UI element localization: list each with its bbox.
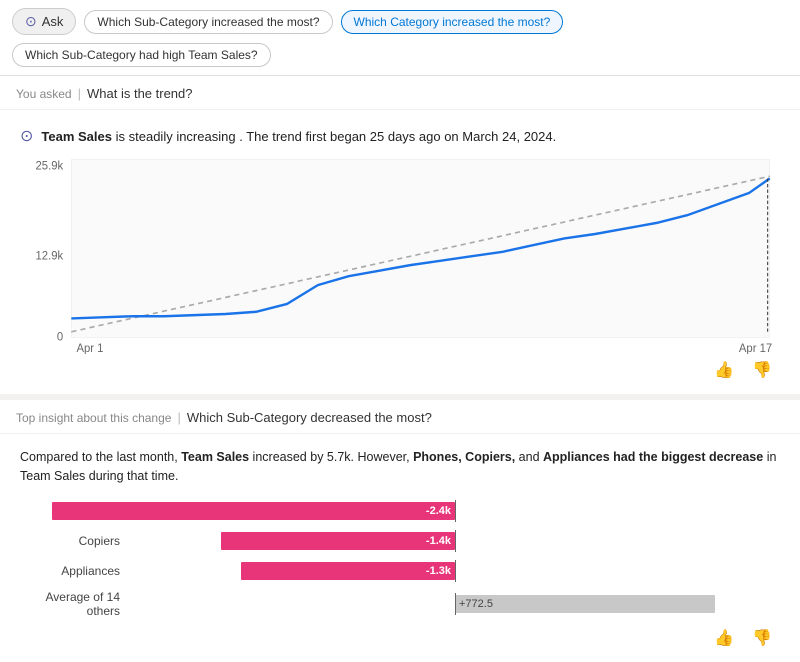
bar-label-average: Average of 14 others <box>20 590 130 618</box>
insight2-items: Phones, Copiers, <box>413 450 515 464</box>
target-icon: ⊙ <box>20 126 33 146</box>
chart-actions-2: 👍 👎 <box>20 626 780 650</box>
bar-label-appliances: Appliances <box>20 564 130 578</box>
thumbs-down-icon-1: 👎 <box>752 362 772 379</box>
you-asked-label: You asked <box>16 87 72 101</box>
insight-text: Team Sales is steadily increasing . The … <box>41 129 556 144</box>
thumbs-down-icon-2: 👎 <box>752 630 772 647</box>
ask-button[interactable]: ⊙ Ask <box>12 8 76 35</box>
center-line-phones <box>455 500 456 522</box>
you-asked-question: What is the trend? <box>87 86 193 101</box>
insight2-and: and <box>515 450 543 464</box>
trend-chart-svg: 25.9k 12.9k 0 Apr 1 Apr 17 <box>20 154 780 354</box>
center-line-appliances <box>455 560 456 582</box>
svg-text:Apr 17: Apr 17 <box>739 341 772 354</box>
bar-appliances: -1.3k <box>241 562 456 580</box>
ask-icon: ⊙ <box>25 13 37 30</box>
bar-average: +772.5 <box>455 595 715 613</box>
team-sales-label: Team Sales <box>41 129 112 144</box>
trend-chart: 25.9k 12.9k 0 Apr 1 Apr 17 <box>20 154 780 354</box>
svg-text:Apr 1: Apr 1 <box>76 341 103 354</box>
chart-actions-1: 👍 👎 <box>20 358 780 382</box>
svg-text:12.9k: 12.9k <box>36 249 64 263</box>
second-insight-text: Compared to the last month, Team Sales i… <box>20 448 780 486</box>
insight2-suffix: had the biggest decrease <box>610 450 764 464</box>
bar-chart: Phones -2.4k Copiers -1.4k Appliances <box>20 500 780 618</box>
insight2-team-sales: Team Sales <box>181 450 249 464</box>
suggestion-cat-increased[interactable]: Which Category increased the most? <box>341 10 564 34</box>
top-insight-bar: Top insight about this change | Which Su… <box>0 400 800 434</box>
bar-container-appliances: -1.3k <box>130 560 780 582</box>
top-insight-label: Top insight about this change <box>16 411 171 425</box>
center-line-copiers <box>455 530 456 552</box>
thumbs-down-button-1[interactable]: 👎 <box>748 358 776 382</box>
center-line-average <box>455 593 456 615</box>
insight2-increased: increased <box>249 450 307 464</box>
suggestion-label-0: Which Sub-Category increased the most? <box>97 15 319 29</box>
bar-row-average: Average of 14 others +772.5 <box>20 590 780 618</box>
bar-container-average: +772.5 <box>130 593 780 615</box>
insight2-prefix: Compared to the last month, <box>20 450 181 464</box>
thumbs-up-button-2[interactable]: 👍 <box>710 626 738 650</box>
bar-row-copiers: Copiers -1.4k <box>20 530 780 552</box>
bar-row-appliances: Appliances -1.3k <box>20 560 780 582</box>
you-asked-bar: You asked | What is the trend? <box>0 76 800 110</box>
top-bar: ⊙ Ask Which Sub-Category increased the m… <box>0 0 800 76</box>
thumbs-down-button-2[interactable]: 👎 <box>748 626 776 650</box>
suggestion-label-1: Which Category increased the most? <box>354 15 551 29</box>
thumbs-up-icon-1: 👍 <box>714 362 734 379</box>
bar-container-phones: -2.4k <box>130 500 780 522</box>
insight2-appliances: Appliances <box>543 450 610 464</box>
bar-label-copiers: Copiers <box>20 534 130 548</box>
insight2-by: by 5.7k. However, <box>307 450 413 464</box>
bar-container-copiers: -1.4k <box>130 530 780 552</box>
svg-text:0: 0 <box>57 330 64 344</box>
thumbs-up-button-1[interactable]: 👍 <box>710 358 738 382</box>
svg-text:25.9k: 25.9k <box>36 159 64 173</box>
top-insight-divider: | <box>177 410 180 425</box>
bar-phones: -2.4k <box>52 502 455 520</box>
second-section: Compared to the last month, Team Sales i… <box>0 434 800 662</box>
suggestion-sub-cat-high[interactable]: Which Sub-Category had high Team Sales? <box>12 43 271 67</box>
bar-copiers: -1.4k <box>221 532 455 550</box>
insight-header: ⊙ Team Sales is steadily increasing . Th… <box>20 126 780 146</box>
ask-label: Ask <box>42 14 64 29</box>
top-insight-question: Which Sub-Category decreased the most? <box>187 410 432 425</box>
insight-after: . The trend first began 25 days ago on M… <box>239 129 556 144</box>
main-content: You asked | What is the trend? ⊙ Team Sa… <box>0 76 800 662</box>
trend-section: ⊙ Team Sales is steadily increasing . Th… <box>0 110 800 400</box>
you-asked-divider: | <box>78 86 81 101</box>
bar-row-phones: Phones -2.4k <box>20 500 780 522</box>
insight-middle: is steadily increasing <box>116 129 236 144</box>
thumbs-up-icon-2: 👍 <box>714 630 734 647</box>
suggestion-label-2: Which Sub-Category had high Team Sales? <box>25 48 258 62</box>
suggestion-sub-cat-increased[interactable]: Which Sub-Category increased the most? <box>84 10 332 34</box>
